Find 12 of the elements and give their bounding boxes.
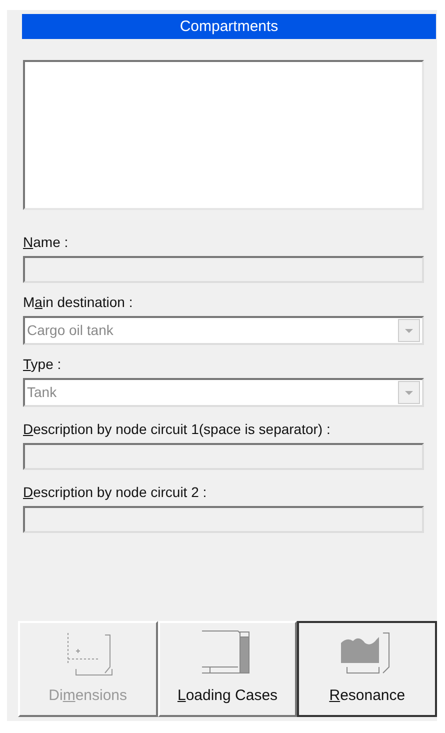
- dropdown-value: Tank: [26, 383, 58, 402]
- caret-icon: [405, 328, 413, 332]
- caret-icon: [405, 390, 413, 394]
- field-label: Main destination :: [23, 293, 134, 312]
- field-label: Description by node circuit 2 :: [23, 483, 208, 502]
- panel-title: Compartments: [22, 14, 436, 39]
- tool-button[interactable]: Resonance: [297, 621, 438, 717]
- dropdown-value: Cargo oil tank: [26, 321, 114, 340]
- field-label: Description by node circuit 1(space is separator) :: [23, 420, 332, 439]
- field-label: Name :: [23, 233, 70, 252]
- field-label: Type :: [23, 355, 62, 374]
- tool-button[interactable]: Loading Cases: [158, 621, 298, 717]
